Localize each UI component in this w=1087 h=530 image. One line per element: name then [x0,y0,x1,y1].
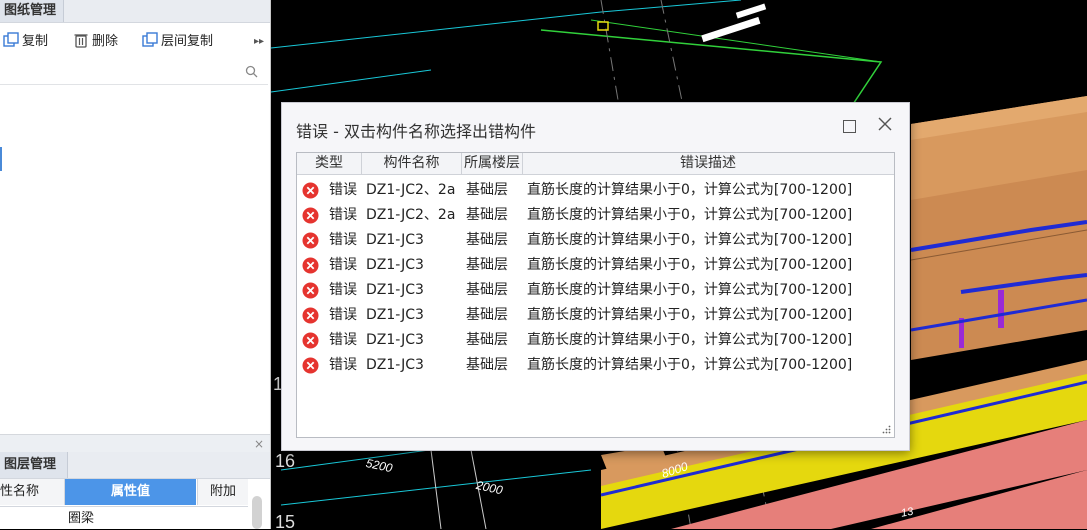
panel-splitter[interactable]: × [0,434,270,453]
cell-type: 错误 [329,182,357,198]
error-icon [302,332,319,349]
cell-component-name[interactable]: DZ1-JC3 [366,353,424,378]
cell-component-name[interactable]: DZ1-JC3 [366,253,424,278]
copy-label: 复制 [22,34,49,49]
properties-header: 性名称 属性值 附加 [0,479,270,505]
cad-label-15: 15 [275,512,295,529]
close-button[interactable] [876,115,894,133]
cell-type: 错误 [329,207,357,223]
cell-floor: 基础层 [466,307,508,323]
cell-description: 直筋长度的计算结果小于0，计算公式为[700-1200] [527,282,853,298]
cell-description: 直筋长度的计算结果小于0，计算公式为[700-1200] [527,307,853,323]
table-row[interactable]: 错误 DZ1-JC3 基础层 直筋长度的计算结果小于0，计算公式为[700-1200] [297,278,894,303]
tab-drawing-management[interactable]: 图纸管理 [0,0,65,22]
table-row[interactable]: 错误 DZ1-JC2、2a 基础层 直筋长度的计算结果小于0，计算公式为[700-12… [297,203,894,228]
col-type[interactable]: 类型 [297,153,362,174]
cell-description: 直筋长度的计算结果小于0，计算公式为[700-1200] [527,207,853,223]
error-icon [302,307,319,324]
cell-type: 错误 [329,307,357,323]
cell-type: 错误 [329,232,357,248]
cell-description: 直筋长度的计算结果小于0，计算公式为[700-1200] [527,232,853,248]
cell-component-name[interactable]: DZ1-JC3 [366,278,424,303]
table-row[interactable]: 错误 DZ1-JC3 基础层 直筋长度的计算结果小于0，计算公式为[700-1200] [297,228,894,253]
error-icon [302,182,319,199]
prop-col-extra: 附加 [197,479,248,505]
vertical-scrollbar[interactable] [252,496,262,529]
properties-row[interactable]: 圈梁 [0,506,248,530]
cell-floor: 基础层 [466,182,508,198]
cell-component-name[interactable]: DZ1-JC3 [366,328,424,353]
floor-copy-button[interactable]: 层间复制 [142,30,213,54]
cad-label-16: 16 [275,451,295,471]
cell-description: 直筋长度的计算结果小于0，计算公式为[700-1200] [527,332,853,348]
cell-floor: 基础层 [466,357,508,373]
maximize-button[interactable] [843,120,856,133]
cell-component-name[interactable]: DZ1-JC3 [366,303,424,328]
resize-grip-icon[interactable] [882,425,891,434]
search-icon [245,65,258,78]
cell-type: 错误 [329,282,357,298]
cell-description: 直筋长度的计算结果小于0，计算公式为[700-1200] [527,182,853,198]
col-description[interactable]: 错误描述 [523,153,893,174]
prop-col-name: 性名称 [0,479,65,505]
error-icon [302,357,319,374]
copy-icon [3,32,19,47]
toolbar-overflow-icon[interactable]: ▸▸ [254,30,264,54]
copy-icon [142,32,158,47]
cell-type: 错误 [329,257,357,273]
floor-copy-label: 层间复制 [161,34,214,49]
error-table-body: 错误 DZ1-JC2、2a 基础层 直筋长度的计算结果小于0，计算公式为[700-12… [297,178,894,378]
cell-component-name[interactable]: DZ1-JC2、2a [366,203,455,228]
drawing-toolbar: 复制 删除 层间复制 ▸▸ [0,30,270,54]
left-panel: 图纸管理 复制 删除 层间复制 ▸▸ × 图层管理 性名称 属性值 附加 圈梁 [0,0,271,529]
prop-value: 圈梁 [68,511,95,526]
error-table: 类型 构件名称 所属楼层 错误描述 错误 DZ1-JC2、2a 基础层 直筋长度的计算… [296,152,895,438]
copy-button[interactable]: 复制 [3,30,48,54]
cell-floor: 基础层 [466,232,508,248]
cell-floor: 基础层 [466,282,508,298]
layer-tabbar: 图层管理 [0,452,270,479]
delete-button[interactable]: 删除 [73,30,118,54]
error-table-header: 类型 构件名称 所属楼层 错误描述 [297,153,894,175]
cell-floor: 基础层 [466,332,508,348]
cell-component-name[interactable]: DZ1-JC2、2a [366,178,455,203]
cell-floor: 基础层 [466,207,508,223]
error-icon [302,207,319,224]
cell-type: 错误 [329,332,357,348]
error-icon [302,282,319,299]
search-input[interactable] [0,60,268,85]
table-row[interactable]: 错误 DZ1-JC3 基础层 直筋长度的计算结果小于0，计算公式为[700-1200] [297,328,894,353]
table-row[interactable]: 错误 DZ1-JC3 基础层 直筋长度的计算结果小于0，计算公式为[700-1200] [297,253,894,278]
table-row[interactable]: 错误 DZ1-JC2、2a 基础层 直筋长度的计算结果小于0，计算公式为[700-12… [297,178,894,203]
cell-component-name[interactable]: DZ1-JC3 [366,228,424,253]
col-name[interactable]: 构件名称 [362,153,462,174]
cell-description: 直筋长度的计算结果小于0，计算公式为[700-1200] [527,357,853,373]
prop-col-value: 属性值 [65,479,196,505]
selection-marker [0,147,2,171]
table-row[interactable]: 错误 DZ1-JC3 基础层 直筋长度的计算结果小于0，计算公式为[700-1200] [297,353,894,378]
error-icon [302,257,319,274]
dialog-title: 错误 - 双击构件名称选择出错构件 [296,122,536,141]
error-icon [302,232,319,249]
table-row[interactable]: 错误 DZ1-JC3 基础层 直筋长度的计算结果小于0，计算公式为[700-1200] [297,303,894,328]
delete-label: 删除 [92,34,119,49]
trash-icon [74,34,88,48]
cell-description: 直筋长度的计算结果小于0，计算公式为[700-1200] [527,257,853,273]
cell-floor: 基础层 [466,257,508,273]
cell-type: 错误 [329,357,357,373]
drawing-tabbar: 图纸管理 [0,0,270,23]
col-floor[interactable]: 所属楼层 [462,153,523,174]
error-dialog: 错误 - 双击构件名称选择出错构件 类型 构件名称 所属楼层 错误描述 错误 DZ… [281,102,910,451]
close-icon[interactable]: × [254,435,264,453]
tab-layer-management[interactable]: 图层管理 [0,452,69,478]
